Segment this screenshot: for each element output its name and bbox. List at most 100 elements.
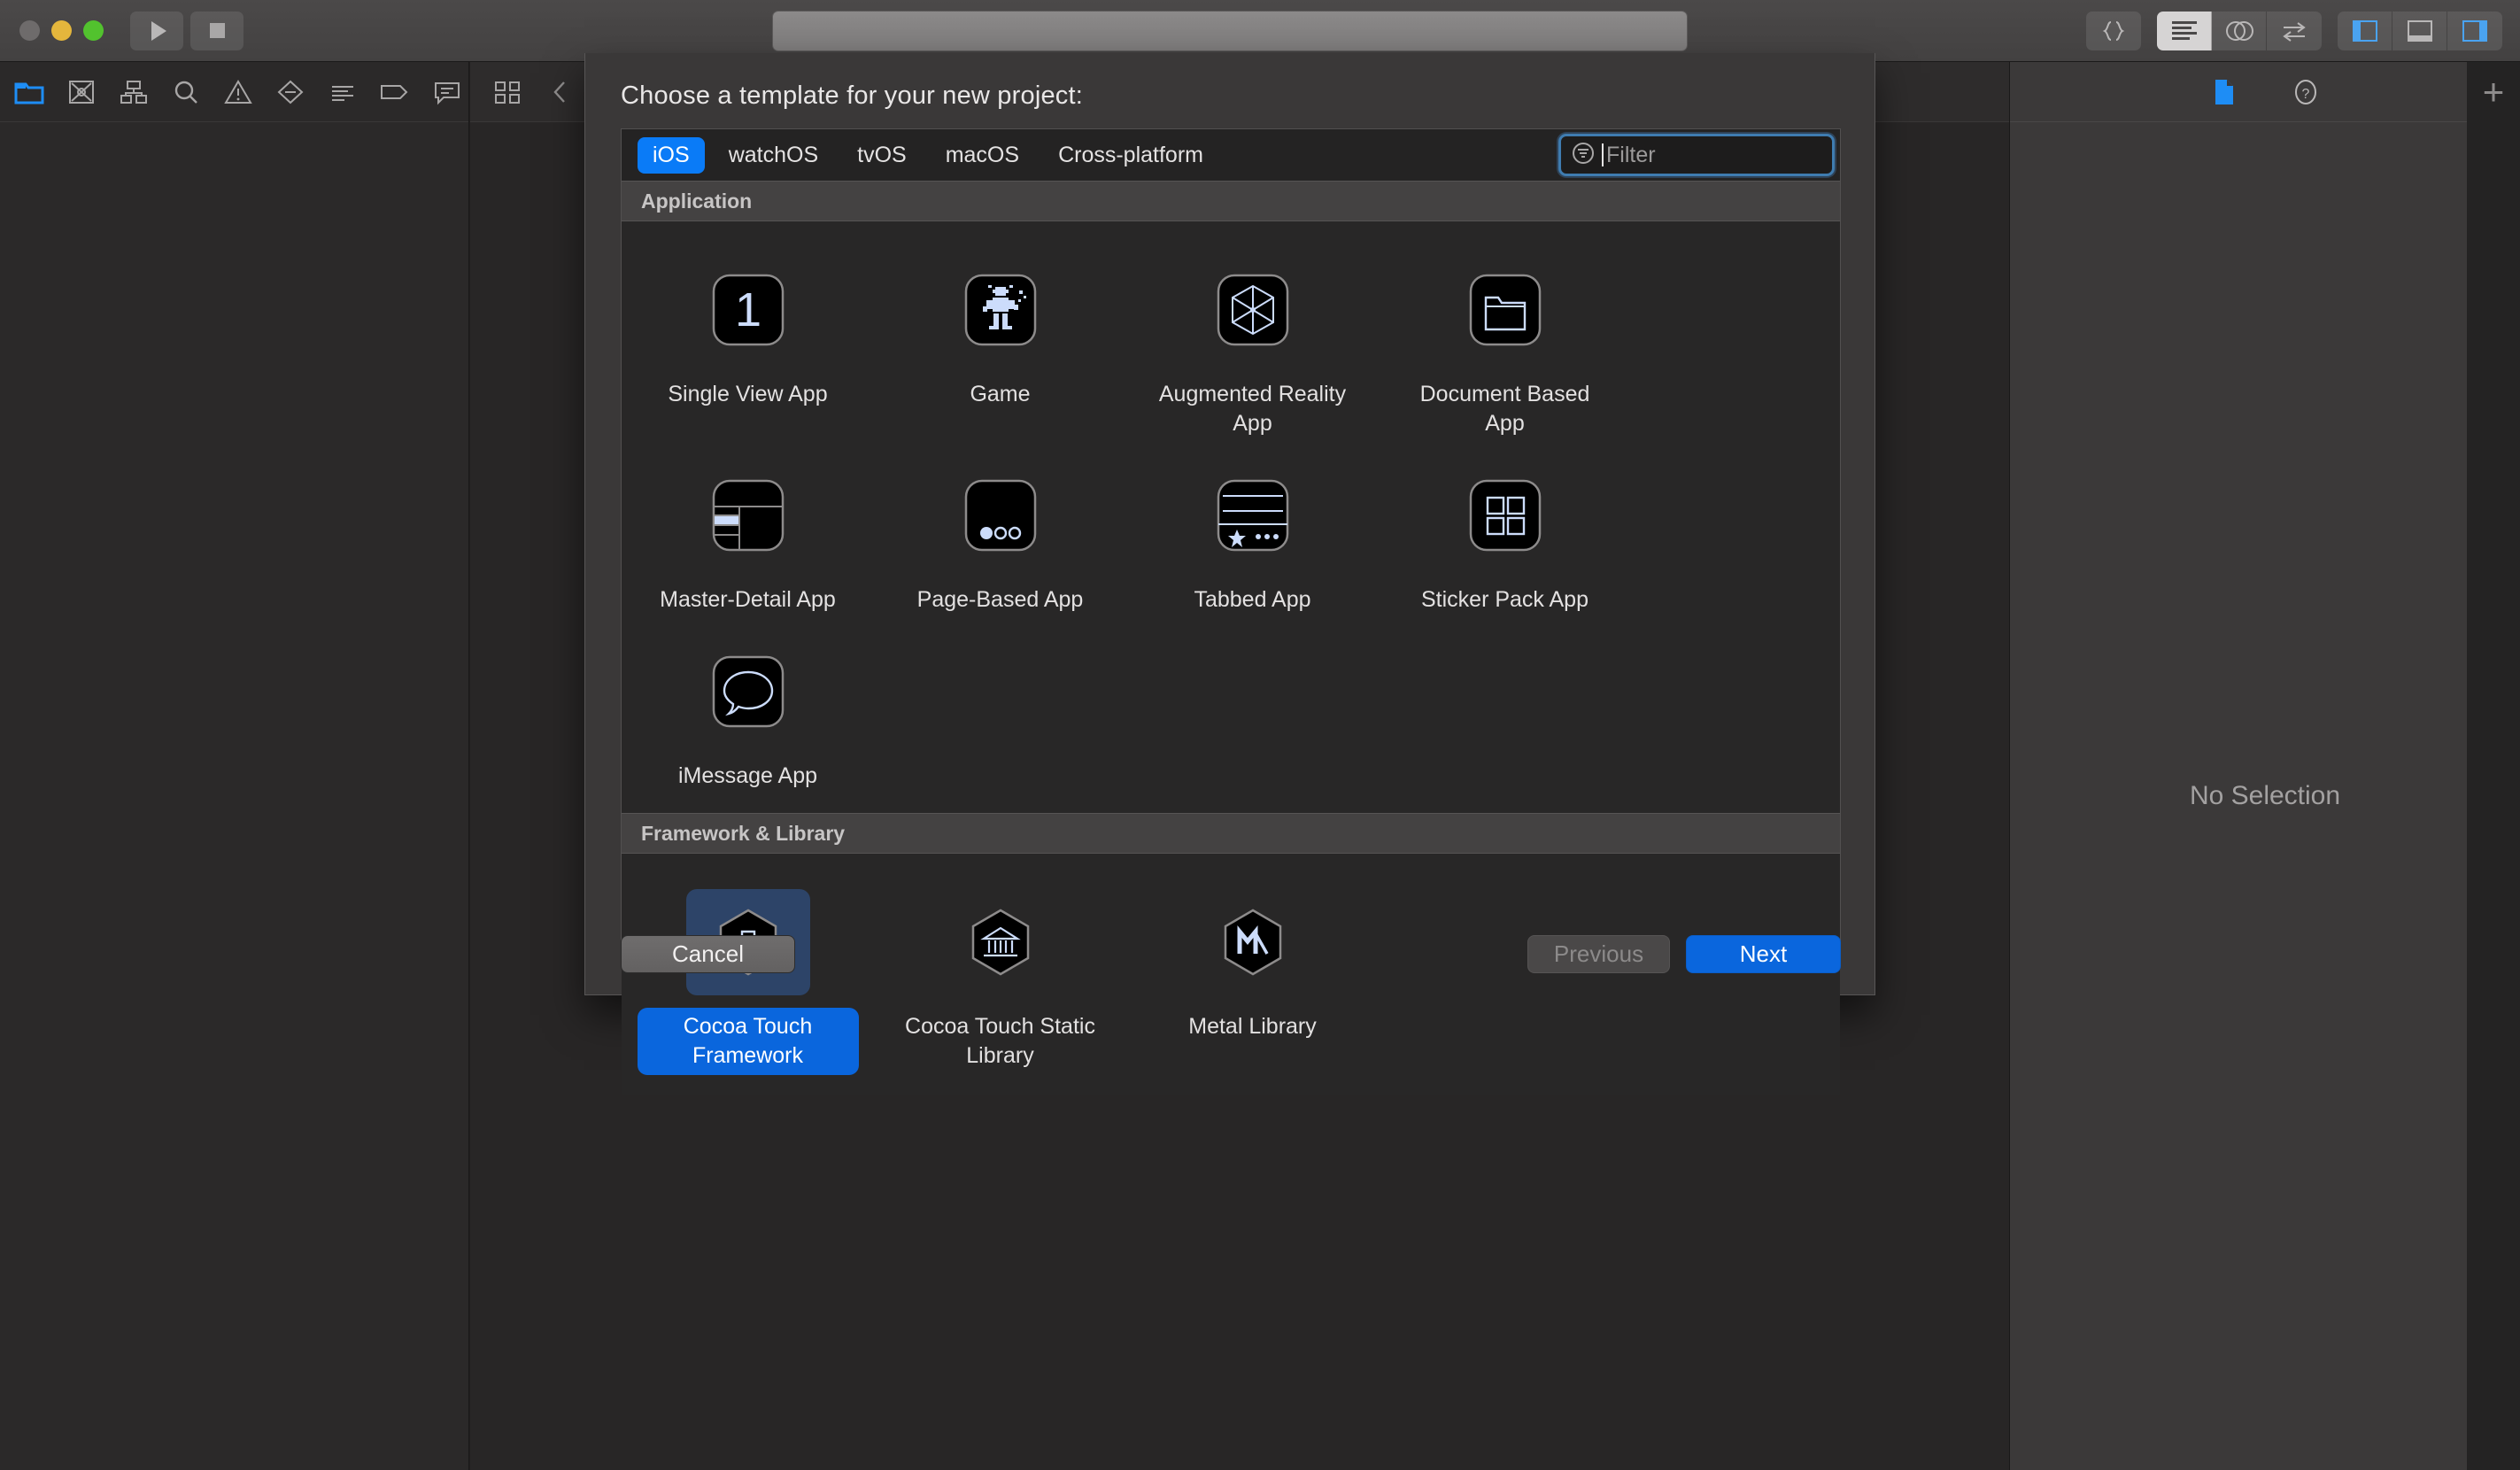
close-window-button[interactable] bbox=[19, 20, 40, 41]
tab-macos[interactable]: macOS bbox=[931, 137, 1034, 174]
back-button[interactable] bbox=[536, 70, 585, 114]
test-icon bbox=[277, 80, 303, 104]
template-document-based-app[interactable]: Document Based App bbox=[1379, 237, 1631, 443]
icon-container bbox=[1443, 462, 1567, 569]
navigator-panel bbox=[0, 62, 469, 1470]
chevron-left-icon bbox=[553, 81, 565, 103]
icon-container bbox=[939, 462, 1063, 569]
code-snippet-button[interactable] bbox=[2086, 12, 2141, 50]
document-folder-icon bbox=[1469, 274, 1541, 346]
cancel-button[interactable]: Cancel bbox=[621, 935, 795, 973]
traffic-lights bbox=[19, 20, 104, 41]
template-label: Single View App bbox=[668, 382, 828, 406]
template-cocoa-touch-framework[interactable]: Cocoa Touch Framework bbox=[622, 870, 874, 1077]
template-label: Metal Library bbox=[1188, 1014, 1317, 1039]
run-stop-group bbox=[130, 11, 243, 50]
template-label: Cocoa Touch Static Library bbox=[905, 1014, 1095, 1068]
debug-navigator-button[interactable] bbox=[321, 70, 364, 114]
icon-container bbox=[1443, 257, 1567, 363]
minimize-window-button[interactable] bbox=[51, 20, 72, 41]
source-control-navigator-button[interactable] bbox=[59, 70, 103, 114]
icon-container bbox=[1191, 462, 1315, 569]
related-items-button[interactable] bbox=[483, 70, 532, 114]
template-master-detail-app[interactable]: Master-Detail App bbox=[622, 443, 874, 619]
stop-icon bbox=[209, 23, 225, 38]
section-header-framework-library: Framework & Library bbox=[622, 813, 1840, 854]
debug-icon bbox=[331, 85, 353, 101]
template-augmented-reality-app[interactable]: Augmented Reality App bbox=[1126, 237, 1379, 443]
filter-field[interactable]: Filter bbox=[1558, 134, 1835, 176]
test-navigator-button[interactable] bbox=[268, 70, 312, 114]
toggle-navigator-button[interactable] bbox=[2338, 12, 2392, 50]
template-page-based-app[interactable]: Page-Based App bbox=[874, 443, 1126, 619]
issue-navigator-button[interactable] bbox=[216, 70, 259, 114]
icon-container bbox=[686, 638, 810, 745]
master-detail-icon bbox=[712, 479, 784, 552]
standard-editor-icon bbox=[2171, 21, 2197, 40]
next-button[interactable]: Next bbox=[1686, 935, 1841, 973]
template-label: Cocoa Touch Framework bbox=[637, 1008, 859, 1075]
run-button[interactable] bbox=[130, 11, 183, 50]
imessage-bubble-icon bbox=[712, 655, 784, 728]
add-button[interactable]: + bbox=[2467, 62, 2520, 122]
tab-tvos[interactable]: tvOS bbox=[842, 137, 922, 174]
template-cocoa-touch-static-library[interactable]: Cocoa Touch Static Library bbox=[874, 870, 1126, 1077]
platform-tabbar: iOS watchOS tvOS macOS Cross-platform Fi… bbox=[622, 129, 1840, 181]
template-single-view-app[interactable]: 1 Single View App bbox=[622, 237, 874, 443]
assistant-editor-button[interactable] bbox=[2212, 12, 2267, 50]
tab-cross-platform[interactable]: Cross-platform bbox=[1043, 137, 1218, 174]
jump-bar[interactable] bbox=[772, 11, 1688, 51]
filter-placeholder: Filter bbox=[1606, 142, 1656, 167]
report-icon bbox=[434, 81, 460, 104]
template-label: Sticker Pack App bbox=[1421, 587, 1589, 612]
template-label: Master-Detail App bbox=[660, 587, 836, 612]
tab-watchos[interactable]: watchOS bbox=[714, 137, 833, 174]
symbol-navigator-button[interactable] bbox=[112, 70, 155, 114]
zoom-window-button[interactable] bbox=[83, 20, 104, 41]
template-label: Page-Based App bbox=[916, 587, 1084, 612]
breakpoint-navigator-button[interactable] bbox=[373, 70, 416, 114]
stop-button[interactable] bbox=[190, 11, 243, 50]
library-segment bbox=[2086, 12, 2141, 50]
braces-icon bbox=[2102, 21, 2125, 41]
tab-ios[interactable]: iOS bbox=[638, 136, 705, 174]
file-inspector-icon bbox=[2215, 79, 2233, 104]
template-game[interactable]: Game bbox=[874, 237, 1126, 443]
breakpoint-icon bbox=[380, 84, 407, 99]
standard-editor-button[interactable] bbox=[2157, 12, 2212, 50]
find-navigator-button[interactable] bbox=[164, 70, 207, 114]
icon-container bbox=[1191, 257, 1315, 363]
text-caret bbox=[1602, 143, 1604, 166]
search-icon bbox=[174, 81, 197, 104]
project-navigator-button[interactable] bbox=[7, 70, 50, 114]
version-editor-button[interactable] bbox=[2267, 12, 2322, 50]
template-tabbed-app[interactable]: Tabbed App bbox=[1126, 443, 1379, 619]
file-inspector-button[interactable] bbox=[2199, 70, 2249, 114]
quick-help-button[interactable]: ? bbox=[2281, 70, 2331, 114]
left-panel-icon bbox=[2352, 20, 2377, 42]
sticker-pack-icon bbox=[1469, 479, 1541, 552]
folder-icon bbox=[14, 82, 43, 104]
template-sticker-pack-app[interactable]: Sticker Pack App bbox=[1379, 443, 1631, 619]
grid-icon bbox=[495, 81, 520, 104]
report-navigator-button[interactable] bbox=[425, 70, 468, 114]
toggle-inspector-button[interactable] bbox=[2447, 12, 2502, 50]
inspector-panel: ? No Selection bbox=[2009, 62, 2520, 1470]
template-picker: iOS watchOS tvOS macOS Cross-platform Fi… bbox=[621, 128, 1841, 1095]
run-icon bbox=[151, 20, 166, 41]
single-view-icon: 1 bbox=[712, 274, 784, 346]
toggle-debug-button[interactable] bbox=[2392, 12, 2447, 50]
augmented-reality-icon bbox=[1217, 274, 1288, 346]
previous-button[interactable]: Previous bbox=[1527, 935, 1670, 973]
icon-container bbox=[686, 462, 810, 569]
template-label: Game bbox=[970, 382, 1031, 406]
version-editor-icon bbox=[2283, 22, 2306, 42]
game-robot-icon bbox=[964, 274, 1036, 346]
template-metal-library[interactable]: Metal Library bbox=[1126, 870, 1379, 1077]
source-control-icon bbox=[68, 80, 94, 104]
template-chooser-dialog: Choose a template for your new project: … bbox=[584, 53, 1875, 1095]
template-label: Augmented Reality App bbox=[1158, 382, 1347, 436]
template-imessage-app[interactable]: iMessage App bbox=[622, 619, 874, 795]
svg-text:1: 1 bbox=[734, 283, 761, 337]
dialog-title: Choose a template for your new project: bbox=[621, 81, 1084, 110]
